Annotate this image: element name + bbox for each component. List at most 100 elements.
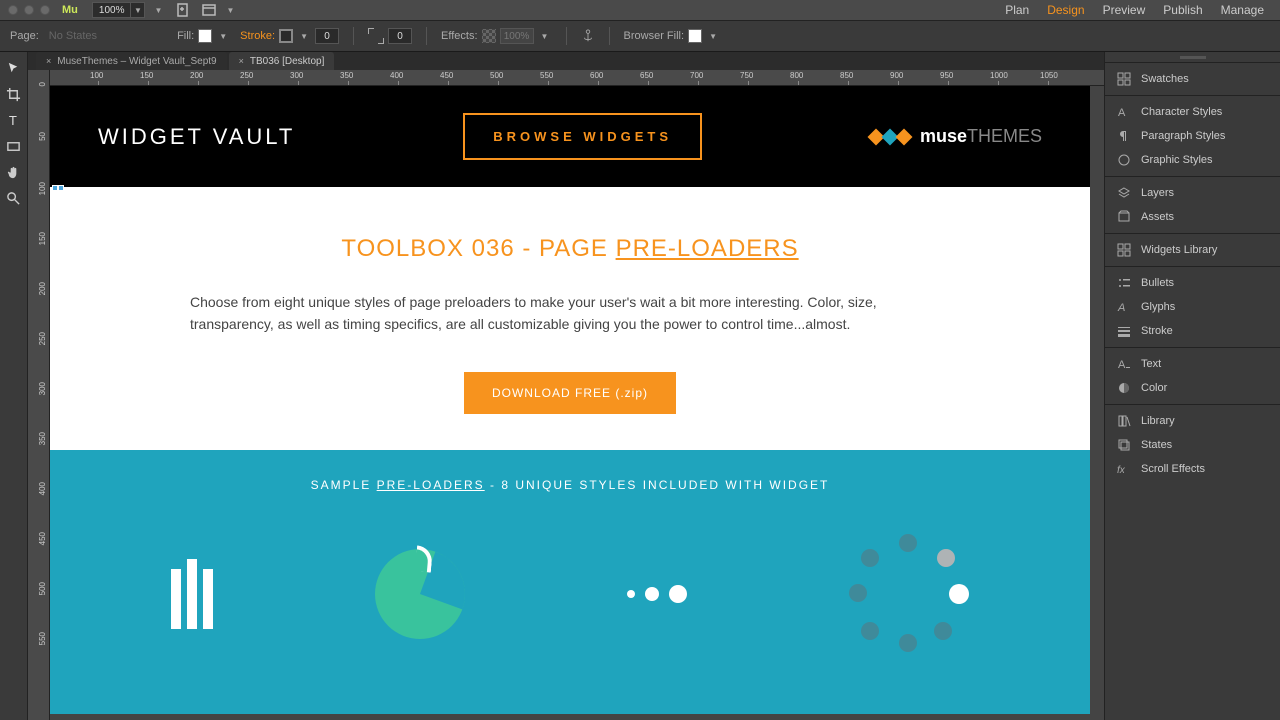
fill-caret[interactable]: ▼ [216,29,230,43]
bullets-icon [1117,276,1131,290]
anchor-icon[interactable] [581,29,595,43]
panel-paragraph-styles[interactable]: Paragraph Styles [1105,124,1280,148]
character-styles-icon: A [1117,105,1131,119]
zoom-level[interactable]: 100% ▼ [92,2,146,18]
page-content[interactable]: WIDGET VAULT BROWSE WIDGETS museTHEMES [50,86,1090,714]
panel-text[interactable]: AText [1105,352,1280,376]
document-tabs: ×MuseThemes – Widget Vault_Sept9×TB036 [… [28,52,1104,70]
doc-tab[interactable]: ×TB036 [Desktop] [229,52,335,70]
panel-grip[interactable] [1105,52,1280,62]
widgets-library-icon [1117,243,1131,257]
logo-text-b: THEMES [967,126,1042,146]
panel-glyphs[interactable]: AGlyphs [1105,295,1280,319]
main-menu: Plan Design Preview Publish Manage [989,0,1280,20]
control-bar: Page: No States Fill: ▼ Stroke: ▼ Effect… [0,20,1280,52]
zoom-value: 100% [93,5,131,16]
svg-text:fx: fx [1117,465,1126,476]
browse-widgets-button[interactable]: BROWSE WIDGETS [463,113,702,160]
layout-menu-caret[interactable]: ▼ [223,3,237,17]
samples-heading: SAMPLE PRE-LOADERS - 8 UNIQUE STYLES INC… [90,478,1050,492]
states-icon [1117,438,1131,452]
fill-swatch[interactable] [198,29,212,43]
page-label: Page: [10,30,39,42]
layout-mode-icon[interactable] [201,2,217,18]
opacity-value[interactable]: 100% [500,28,534,44]
orbit-loader-icon [849,534,969,654]
close-icon[interactable]: × [239,56,244,66]
right-panels: Swatches ACharacter StylesParagraph Style… [1104,52,1280,720]
stroke-weight-input[interactable] [315,28,339,44]
menu-publish[interactable]: Publish [1163,3,1202,17]
effects-swatch[interactable] [482,29,496,43]
stroke-swatch[interactable] [279,29,293,43]
svg-text:A: A [1118,107,1126,119]
dots-loader-icon [627,585,687,603]
panel-library[interactable]: Library [1105,409,1280,433]
swatches-icon [1117,72,1131,86]
fill-label: Fill: [177,30,194,42]
page-states-dropdown[interactable]: No States [49,30,97,42]
browserfill-swatch[interactable] [688,29,702,43]
page-title: TOOLBOX 036 - PAGE PRE-LOADERS [130,235,1010,263]
menu-preview[interactable]: Preview [1103,3,1146,17]
browserfill-caret[interactable]: ▼ [706,29,720,43]
crop-tool[interactable] [4,84,24,104]
svg-text:A: A [1117,302,1125,314]
panel-states[interactable]: States [1105,433,1280,457]
doc-tab[interactable]: ×MuseThemes – Widget Vault_Sept9 [36,52,227,70]
stroke-caret[interactable]: ▼ [297,29,311,43]
panel-character-styles[interactable]: ACharacter Styles [1105,100,1280,124]
pie-loader-icon [375,549,465,639]
tools-panel: T [0,52,28,720]
view-menu-caret[interactable]: ▼ [151,3,165,17]
panel-graphic-styles[interactable]: Graphic Styles [1105,148,1280,172]
window-traffic-lights[interactable] [8,5,50,15]
page-description: Choose from eight unique styles of page … [190,291,950,336]
corner-radius-input[interactable] [388,28,412,44]
layers-icon [1117,186,1131,200]
panel-color[interactable]: Color [1105,376,1280,400]
color-icon [1117,381,1131,395]
effects-caret[interactable]: ▼ [538,29,552,43]
menu-manage[interactable]: Manage [1221,3,1264,17]
panel-swatches[interactable]: Swatches [1105,67,1280,91]
chevron-down-icon[interactable]: ▼ [130,3,144,17]
paragraph-styles-icon [1117,129,1131,143]
app-brand: Mu [62,4,78,16]
stroke-icon [1117,324,1131,338]
panel-scroll-effects[interactable]: fxScroll Effects [1105,457,1280,481]
close-icon[interactable]: × [46,56,51,66]
vertical-ruler: 050100150200250300350400450500550 [28,70,50,720]
svg-text:T: T [9,113,17,128]
download-button[interactable]: DOWNLOAD FREE (.zip) [464,372,676,414]
scroll-effects-icon: fx [1117,462,1131,476]
glyphs-icon: A [1117,300,1131,314]
stroke-label: Stroke: [240,30,275,42]
panel-assets[interactable]: Assets [1105,205,1280,229]
graphic-styles-icon [1117,153,1131,167]
design-canvas[interactable]: WIDGET VAULT BROWSE WIDGETS museTHEMES [50,86,1104,720]
selection-tool[interactable] [4,58,24,78]
menu-plan[interactable]: Plan [1005,3,1029,17]
library-icon [1117,414,1131,428]
bars-loader-icon [171,559,213,629]
effects-label: Effects: [441,30,477,42]
loader-samples [90,534,1050,654]
rectangle-tool[interactable] [4,136,24,156]
panel-widgets-library[interactable]: Widgets Library [1105,238,1280,262]
assets-icon [1117,210,1131,224]
selection-handles[interactable] [52,185,64,191]
browserfill-label: Browser Fill: [624,30,685,42]
text-tool[interactable]: T [4,110,24,130]
zoom-tool[interactable] [4,188,24,208]
corners-icon[interactable] [368,28,384,44]
horizontal-ruler: 1001502002503003504004505005506006507007… [50,70,1104,86]
hand-tool[interactable] [4,162,24,182]
site-header: WIDGET VAULT BROWSE WIDGETS museTHEMES [50,86,1090,187]
panel-stroke[interactable]: Stroke [1105,319,1280,343]
panel-bullets[interactable]: Bullets [1105,271,1280,295]
new-page-icon[interactable] [175,2,191,18]
menu-design[interactable]: Design [1047,3,1084,17]
logo-mark-icon [870,131,910,143]
panel-layers[interactable]: Layers [1105,181,1280,205]
